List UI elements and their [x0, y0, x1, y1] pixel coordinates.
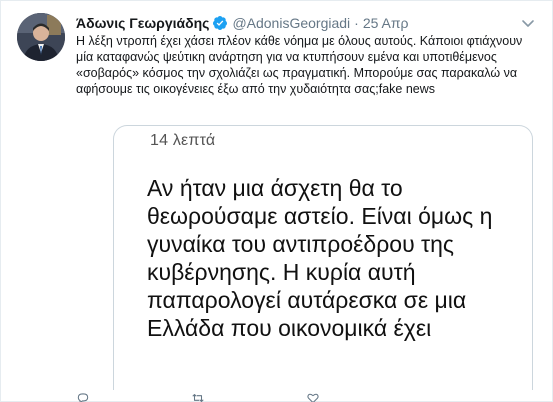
reply-icon — [77, 393, 89, 402]
tweet-card[interactable]: Άδωνις Γεωργιάδης @AdonisGeorgiadi · 25 … — [0, 0, 553, 402]
tweet-actions — [76, 391, 536, 402]
heart-icon — [307, 393, 319, 402]
verified-badge-icon — [212, 15, 228, 31]
avatar-image — [17, 13, 65, 61]
like-button[interactable] — [306, 391, 421, 402]
chevron-down-icon[interactable] — [520, 15, 536, 31]
tweet-media-image[interactable]: 14 λεπτά Αν ήταν μια άσχετη θα το θεωρού… — [113, 125, 533, 390]
retweet-button[interactable] — [191, 391, 306, 402]
separator-dot: · — [354, 15, 359, 31]
tweet-header: Άδωνις Γεωργιάδης @AdonisGeorgiadi · 25 … — [76, 13, 512, 33]
tweet-text: Η λέξη ντροπή έχει χάσει πλέον κάθε νόημ… — [76, 34, 523, 96]
media-time-label: 14 λεπτά — [150, 132, 216, 149]
user-handle[interactable]: @AdonisGeorgiadi — [232, 13, 350, 33]
avatar[interactable] — [17, 13, 65, 61]
tweet-date[interactable]: 25 Απρ — [363, 13, 409, 33]
retweet-icon — [192, 393, 204, 402]
media-body-text: Αν ήταν μια άσχετη θα το θεωρούσαμε αστε… — [147, 175, 493, 341]
display-name[interactable]: Άδωνις Γεωργιάδης — [76, 13, 209, 33]
reply-button[interactable] — [76, 391, 191, 402]
